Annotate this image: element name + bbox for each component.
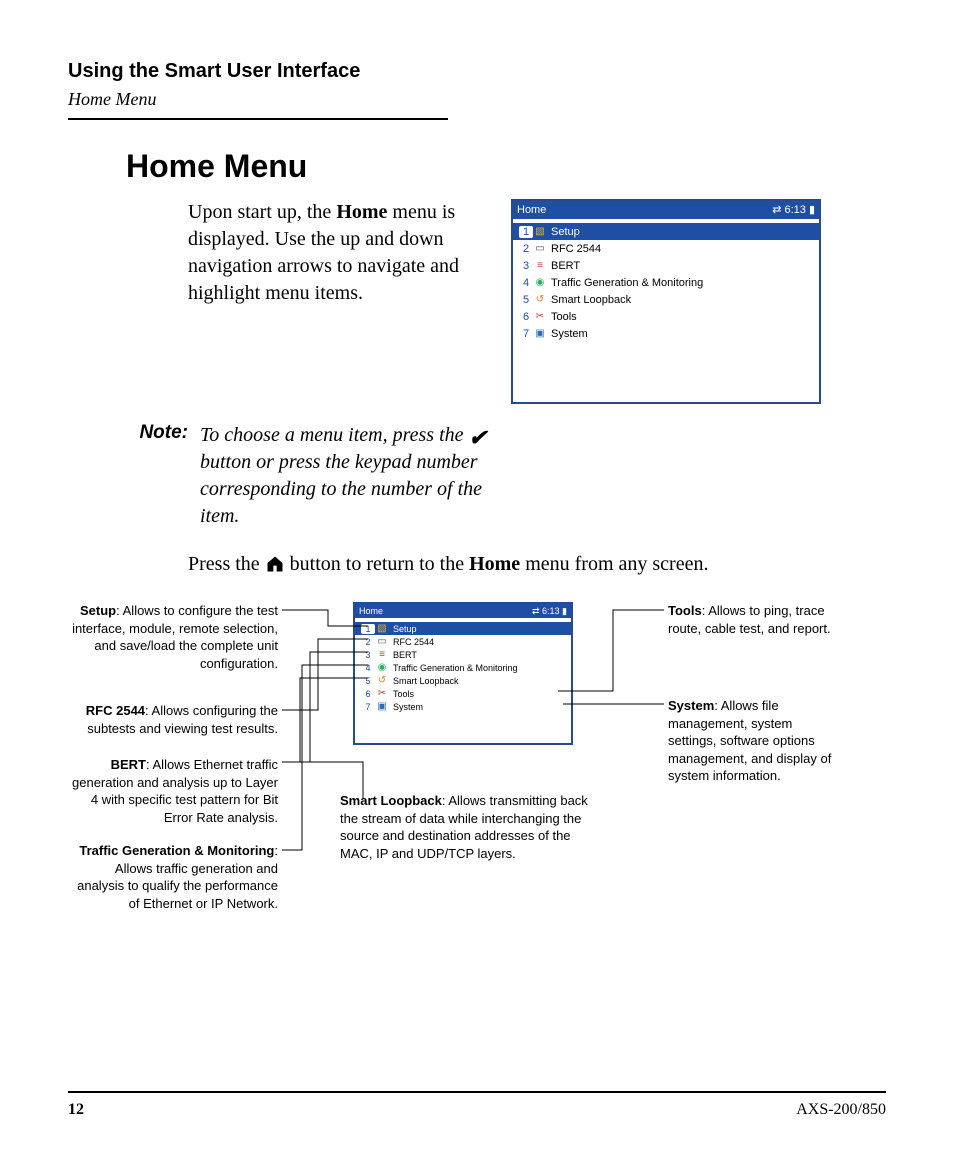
callout-tools: Tools: Allows to ping, trace route, cabl… bbox=[668, 602, 838, 637]
note-label: Note: bbox=[139, 422, 188, 443]
device-screenshot-large: Home ⇄ 6:13 ▮ 1▧Setup2▭RFC 25443≡BERT4◉T… bbox=[511, 199, 821, 404]
menu-item-smart-loopback[interactable]: 5↺Smart Loopback bbox=[355, 674, 571, 687]
press-b: button to return to the bbox=[285, 553, 469, 575]
device-menu-list-small: 1▧Setup2▭RFC 25443≡BERT4◉Traffic Generat… bbox=[355, 618, 571, 713]
callout-bert: BERT: Allows Ethernet traffic generation… bbox=[68, 756, 278, 826]
chapter-title: Using the Smart User Interface bbox=[68, 60, 886, 83]
callout-setup: Setup: Allows to configure the test inte… bbox=[68, 602, 278, 672]
section-breadcrumb: Home Menu bbox=[68, 89, 886, 110]
callout-rfc2544: RFC 2544: Allows configuring the subtest… bbox=[68, 702, 278, 737]
press-home-line: Press the button to return to the Home m… bbox=[188, 550, 886, 578]
press-home-word: Home bbox=[469, 553, 520, 575]
press-d: menu from any screen. bbox=[520, 553, 708, 575]
menu-item-setup[interactable]: 1▧Setup bbox=[355, 622, 571, 635]
menu-item-bert[interactable]: 3≡BERT bbox=[355, 648, 571, 661]
menu-item-bert[interactable]: 3≡BERT bbox=[513, 257, 819, 274]
menu-item-rfc-2544[interactable]: 2▭RFC 2544 bbox=[513, 240, 819, 257]
callout-system: System: Allows file management, system s… bbox=[668, 697, 838, 785]
device-status: ⇄ 6:13 ▮ bbox=[772, 201, 815, 219]
note-text-b: button or press the keypad number corres… bbox=[200, 451, 482, 527]
menu-item-smart-loopback[interactable]: 5↺Smart Loopback bbox=[513, 291, 819, 308]
device-status-small: ⇄ 6:13 ▮ bbox=[532, 604, 567, 618]
menu-item-traffic-generation-monitoring[interactable]: 4◉Traffic Generation & Monitoring bbox=[355, 661, 571, 674]
menu-item-tools[interactable]: 6✂Tools bbox=[513, 308, 819, 325]
page-number: 12 bbox=[68, 1101, 84, 1119]
menu-item-traffic-generation-monitoring[interactable]: 4◉Traffic Generation & Monitoring bbox=[513, 274, 819, 291]
page-title: Home Menu bbox=[126, 148, 886, 185]
note-body: To choose a menu item, press the ✔ butto… bbox=[200, 422, 520, 530]
note-text-a: To choose a menu item, press the bbox=[200, 424, 469, 446]
callout-smart-loopback: Smart Loopback: Allows transmitting back… bbox=[340, 792, 590, 862]
device-screenshot-small: Home ⇄ 6:13 ▮ 1▧Setup2▭RFC 25443≡BERT4◉T… bbox=[353, 602, 573, 745]
intro-text-a: Upon start up, the bbox=[188, 201, 336, 223]
menu-item-system[interactable]: 7▣System bbox=[355, 700, 571, 713]
intro-home-word: Home bbox=[336, 201, 387, 223]
menu-item-tools[interactable]: 6✂Tools bbox=[355, 687, 571, 700]
device-title-label-small: Home bbox=[359, 604, 383, 618]
menu-item-setup[interactable]: 1▧Setup bbox=[513, 223, 819, 240]
menu-item-rfc-2544[interactable]: 2▭RFC 2544 bbox=[355, 635, 571, 648]
header-rule bbox=[68, 118, 448, 120]
device-title-label: Home bbox=[517, 201, 546, 219]
device-titlebar-small: Home ⇄ 6:13 ▮ bbox=[355, 604, 571, 618]
device-menu-list: 1▧Setup2▭RFC 25443≡BERT4◉Traffic Generat… bbox=[513, 219, 819, 342]
device-titlebar: Home ⇄ 6:13 ▮ bbox=[513, 201, 819, 219]
intro-paragraph: Upon start up, the Home menu is displaye… bbox=[188, 199, 493, 307]
callout-traffic-gen: Traffic Generation & Monitoring: Allows … bbox=[68, 842, 278, 912]
page-footer: 12 AXS-200/850 bbox=[68, 1091, 886, 1119]
press-a: Press the bbox=[188, 553, 265, 575]
menu-item-system[interactable]: 7▣System bbox=[513, 325, 819, 342]
device-model: AXS-200/850 bbox=[796, 1101, 886, 1119]
home-icon bbox=[265, 553, 285, 575]
